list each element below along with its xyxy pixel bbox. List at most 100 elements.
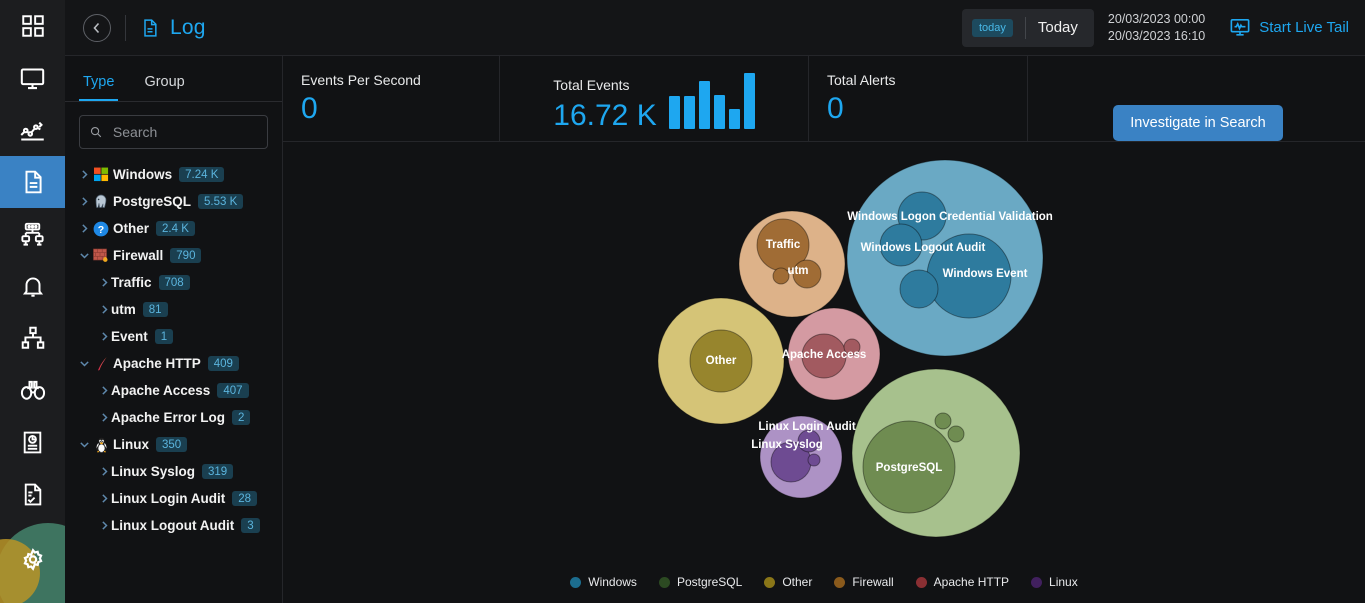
chevron-down-icon[interactable] xyxy=(77,439,91,450)
sidebar-item-settings[interactable] xyxy=(0,535,65,587)
bubble-label: PostgreSQL xyxy=(876,462,942,474)
tree-item-postgresql[interactable]: PostgreSQL 5.53 K xyxy=(65,188,282,215)
chevron-right-icon[interactable] xyxy=(97,466,111,477)
sparkline-bar xyxy=(683,96,695,129)
bubble-inner[interactable] xyxy=(899,269,939,309)
tree-item-label: Firewall xyxy=(113,248,164,263)
legend-color-dot xyxy=(658,576,670,588)
bubble-label: utm xyxy=(787,265,808,277)
firewall-brick-icon xyxy=(91,248,111,263)
chevron-right-icon[interactable] xyxy=(97,412,111,423)
sidebar-item-topology[interactable] xyxy=(0,312,65,364)
live-tail-monitor-icon xyxy=(1230,18,1250,36)
tree-item-linux[interactable]: Linux 350 xyxy=(65,431,282,458)
tree-item-event[interactable]: Event 1 xyxy=(65,323,282,350)
chevron-right-icon[interactable] xyxy=(97,520,111,531)
tree-item-count-badge: 2 xyxy=(232,410,251,425)
legend-color-dot xyxy=(834,576,846,588)
chevron-right-icon[interactable] xyxy=(77,196,91,207)
legend-item-other[interactable]: Other xyxy=(764,575,812,589)
bubble-inner[interactable] xyxy=(807,453,821,467)
legend-item-windows[interactable]: Windows xyxy=(570,575,637,589)
legend-label: Windows xyxy=(588,575,637,589)
monitor-icon xyxy=(20,67,45,89)
bubble-inner[interactable] xyxy=(934,412,952,430)
tree-item-label: Linux Syslog xyxy=(111,464,196,479)
legend-item-firewall[interactable]: Firewall xyxy=(834,575,894,589)
date-range-divider xyxy=(1024,16,1026,39)
chevron-down-icon[interactable] xyxy=(77,250,91,261)
bubble-group-firewall[interactable]: Traffic utm xyxy=(738,210,846,318)
body-row: Type Group Windows 7.24 K PostgreSQL 5.53 K… xyxy=(65,56,1365,603)
tree-item-count-badge: 5.53 K xyxy=(198,194,244,209)
sidebar-item-reports[interactable] xyxy=(0,416,65,468)
tree-item-linux-login-audit[interactable]: Linux Login Audit 28 xyxy=(65,485,282,512)
bubble-chart[interactable]: Windows Logon Credential Validation Windo… xyxy=(283,142,1365,567)
legend-color-dot xyxy=(1031,576,1043,588)
sidebar-item-discover[interactable] xyxy=(0,364,65,416)
bubble-chart-legend: Windows PostgreSQL Other Firewall Apache HTT… xyxy=(283,575,1365,589)
sidebar-item-compliance[interactable] xyxy=(0,468,65,520)
tree-item-apache-error-log[interactable]: Apache Error Log 2 xyxy=(65,404,282,431)
chevron-right-icon[interactable] xyxy=(77,223,91,234)
sidebar-item-dashboard[interactable] xyxy=(0,0,65,52)
sidebar-item-metrics[interactable] xyxy=(0,104,65,156)
chevron-right-icon[interactable] xyxy=(97,277,111,288)
bubble-label: Apache Access xyxy=(782,349,867,361)
bubble-group-windows[interactable]: Windows Logon Credential Validation Windo… xyxy=(846,159,1053,357)
stats-row: Events Per Second 0 Total Events 16.72 K… xyxy=(283,56,1365,142)
live-tail-label: Start Live Tail xyxy=(1259,19,1349,36)
tree-item-firewall[interactable]: Firewall 790 xyxy=(65,242,282,269)
sidebar-item-log[interactable] xyxy=(0,156,65,208)
start-live-tail-button[interactable]: Start Live Tail xyxy=(1229,18,1349,38)
back-button[interactable] xyxy=(83,13,111,42)
log-explorer-app: Log today Today 20/03/2023 00:00 20/03/2… xyxy=(0,0,1365,603)
bubble-group-linux[interactable]: Linux Syslog Linux Login Audit xyxy=(751,415,856,499)
bubble-label: Windows Event xyxy=(943,268,1028,280)
tree-item-count-badge: 2.4 K xyxy=(156,221,195,236)
date-range-selector[interactable]: today Today xyxy=(961,8,1094,47)
tree-item-linux-logout-audit[interactable]: Linux Logout Audit 3 xyxy=(65,512,282,539)
tree-item-linux-syslog[interactable]: Linux Syslog 319 xyxy=(65,458,282,485)
legend-label: Other xyxy=(782,575,813,589)
tree-item-label: Windows xyxy=(113,167,173,182)
linux-penguin-icon xyxy=(91,437,111,453)
sidebar-item-monitor[interactable] xyxy=(0,52,65,104)
tab-group[interactable]: Group xyxy=(140,66,188,101)
sparkline-bar xyxy=(743,73,755,129)
bubble-group-apache-http[interactable]: Apache Access xyxy=(782,307,881,401)
stat-total-alerts: Total Alerts 0 xyxy=(809,56,1028,141)
tree-item-traffic[interactable]: Traffic 708 xyxy=(65,269,282,296)
chevron-right-icon[interactable] xyxy=(97,493,111,504)
stat-total-events: Total Events 16.72 K xyxy=(500,56,809,141)
bubble-group-other[interactable]: Other xyxy=(657,297,785,425)
chevron-right-icon[interactable] xyxy=(97,304,111,315)
investigate-in-search-button[interactable]: Investigate in Search xyxy=(1113,105,1283,141)
bubble-label: Linux Syslog xyxy=(751,439,823,451)
stat-events-per-second: Events Per Second 0 xyxy=(283,56,500,141)
chevron-down-icon[interactable] xyxy=(77,358,91,369)
chevron-right-icon[interactable] xyxy=(77,169,91,180)
tree-item-apache-http[interactable]: Apache HTTP 409 xyxy=(65,350,282,377)
legend-item-apache-http[interactable]: Apache HTTP xyxy=(915,575,1009,589)
legend-item-postgresql[interactable]: PostgreSQL xyxy=(658,575,742,589)
tree-item-windows[interactable]: Windows 7.24 K xyxy=(65,161,282,188)
bubble-inner[interactable] xyxy=(947,425,965,443)
chevron-right-icon[interactable] xyxy=(97,385,111,396)
tree-item-apache-access[interactable]: Apache Access 407 xyxy=(65,377,282,404)
dashboard-icon xyxy=(21,15,44,37)
tree-item-other[interactable]: ? Other 2.4 K xyxy=(65,215,282,242)
search-box[interactable] xyxy=(79,115,268,149)
chevron-left-icon xyxy=(93,22,100,33)
sidebar-item-network[interactable] xyxy=(0,208,65,260)
tree-item-utm[interactable]: utm 81 xyxy=(65,296,282,323)
sidebar-tabs: Type Group xyxy=(65,66,282,102)
legend-item-linux[interactable]: Linux xyxy=(1031,575,1078,589)
stats-actions: Investigate in Search xyxy=(1028,56,1365,141)
chevron-right-icon[interactable] xyxy=(97,331,111,342)
search-input[interactable] xyxy=(110,123,257,141)
sidebar-item-alerts[interactable] xyxy=(0,260,65,312)
tab-type[interactable]: Type xyxy=(79,66,119,101)
stat-label: Events Per Second xyxy=(301,71,421,88)
bubble-group-postgresql[interactable]: PostgreSQL xyxy=(851,368,1021,538)
